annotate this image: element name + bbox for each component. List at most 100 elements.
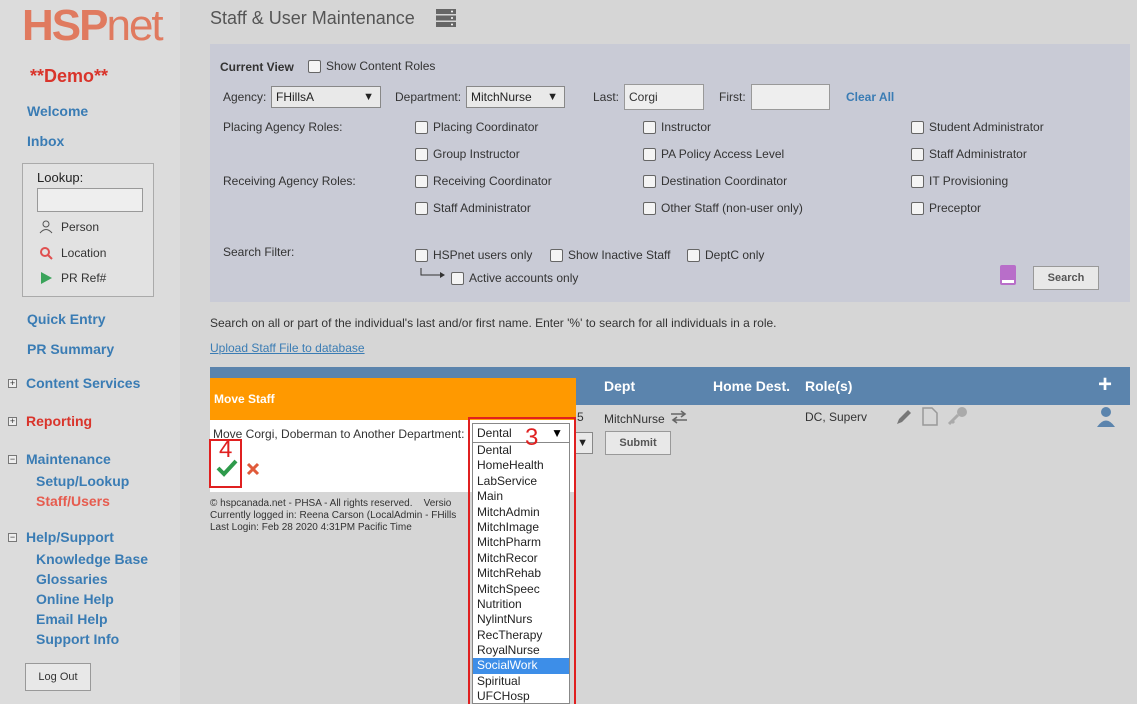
clear-all-link[interactable]: Clear All bbox=[846, 90, 894, 104]
deptc-only-checkbox[interactable]: DeptC only bbox=[687, 248, 764, 263]
checkbox-label: Destination Coordinator bbox=[661, 174, 788, 188]
checkbox-label: Preceptor bbox=[929, 201, 982, 215]
row-roles: DC, Superv bbox=[805, 410, 868, 424]
checkbox-label: Student Administrator bbox=[929, 120, 1044, 134]
active-accounts-only-checkbox[interactable]: Active accounts only bbox=[451, 271, 578, 286]
nav-content-services[interactable]: Content Services bbox=[26, 375, 140, 391]
collapse-maintenance-icon[interactable]: − bbox=[8, 455, 17, 464]
checkbox-box[interactable] bbox=[643, 202, 656, 216]
agency-select-value: FHillsA bbox=[276, 90, 314, 104]
hspnet-logo[interactable]: HSPnet bbox=[22, 2, 164, 50]
search-button[interactable]: Search bbox=[1033, 266, 1099, 290]
expand-content-services-icon[interactable]: + bbox=[8, 379, 17, 388]
key-icon[interactable] bbox=[947, 406, 969, 426]
checkbox-box[interactable] bbox=[911, 148, 924, 162]
hspnet-users-only-checkbox[interactable]: HSPnet users only bbox=[415, 248, 533, 263]
role-staff-administrator-receiving[interactable]: Staff Administrator bbox=[415, 201, 531, 216]
role-instructor[interactable]: Instructor bbox=[643, 120, 711, 135]
role-group-instructor[interactable]: Group Instructor bbox=[415, 147, 520, 162]
checkbox-box[interactable] bbox=[643, 121, 656, 135]
checkbox-label: Receiving Coordinator bbox=[433, 174, 552, 188]
role-other-staff[interactable]: Other Staff (non-user only) bbox=[643, 201, 803, 216]
checkbox-box[interactable] bbox=[415, 249, 428, 263]
nav-welcome[interactable]: Welcome bbox=[27, 103, 88, 119]
col-roles[interactable]: Role(s) bbox=[805, 378, 852, 394]
checkbox-box[interactable] bbox=[687, 249, 700, 263]
collapse-help-icon[interactable]: − bbox=[8, 533, 17, 542]
col-dept[interactable]: Dept bbox=[604, 378, 635, 394]
last-name-input[interactable]: Corgi bbox=[624, 84, 704, 110]
role-student-administrator[interactable]: Student Administrator bbox=[911, 120, 1044, 135]
checkbox-box[interactable] bbox=[643, 148, 656, 162]
checkbox-label: Show Content Roles bbox=[326, 59, 436, 73]
nav-quick-entry[interactable]: Quick Entry bbox=[27, 311, 106, 327]
add-staff-icon[interactable]: + bbox=[1098, 371, 1112, 399]
nav-inbox[interactable]: Inbox bbox=[27, 133, 64, 149]
document-icon[interactable] bbox=[922, 407, 938, 426]
lookup-location[interactable]: Location bbox=[39, 246, 106, 260]
checkbox-box[interactable] bbox=[451, 272, 464, 286]
server-icon bbox=[436, 9, 456, 27]
checkbox-label: Placing Coordinator bbox=[433, 120, 539, 134]
play-icon bbox=[41, 272, 52, 284]
nav-pr-summary[interactable]: PR Summary bbox=[27, 341, 114, 357]
book-icon[interactable] bbox=[999, 264, 1017, 286]
role-preceptor[interactable]: Preceptor bbox=[911, 201, 982, 216]
person-icon bbox=[39, 220, 53, 234]
checkbox-box[interactable] bbox=[911, 202, 924, 216]
nav-help-support[interactable]: Help/Support bbox=[26, 529, 114, 545]
nav-glossaries[interactable]: Glossaries bbox=[36, 571, 108, 587]
upload-staff-link[interactable]: Upload Staff File to database bbox=[210, 341, 365, 355]
help-text: Search on all or part of the individual'… bbox=[210, 316, 777, 330]
nav-online-help[interactable]: Online Help bbox=[36, 591, 114, 607]
role-destination-coordinator[interactable]: Destination Coordinator bbox=[643, 174, 788, 189]
nav-setup-lookup[interactable]: Setup/Lookup bbox=[36, 473, 129, 489]
checkbox-box[interactable] bbox=[308, 60, 321, 74]
role-receiving-coordinator[interactable]: Receiving Coordinator bbox=[415, 174, 552, 189]
expand-reporting-icon[interactable]: + bbox=[8, 417, 17, 426]
nav-reporting[interactable]: Reporting bbox=[26, 413, 92, 429]
logout-button[interactable]: Log Out bbox=[25, 663, 91, 691]
role-pa-policy[interactable]: PA Policy Access Level bbox=[643, 147, 784, 162]
checkbox-box[interactable] bbox=[415, 121, 428, 135]
checkbox-box[interactable] bbox=[911, 175, 924, 189]
col-home-dest[interactable]: Home Dest. bbox=[713, 378, 790, 394]
checkbox-box[interactable] bbox=[415, 148, 428, 162]
edit-pencil-icon[interactable] bbox=[895, 408, 913, 426]
nav-support-info[interactable]: Support Info bbox=[36, 631, 119, 647]
checkbox-box[interactable] bbox=[415, 202, 428, 216]
checkbox-box[interactable] bbox=[550, 249, 563, 263]
cancel-x-icon[interactable] bbox=[246, 462, 260, 476]
submit-button[interactable]: Submit bbox=[605, 431, 671, 455]
location-search-icon bbox=[40, 247, 53, 260]
user-icon[interactable] bbox=[1096, 406, 1116, 428]
annotation-label-3: 3 bbox=[525, 424, 539, 451]
nav-email-help[interactable]: Email Help bbox=[36, 611, 108, 627]
lookup-prref[interactable]: PR Ref# bbox=[39, 271, 106, 285]
lookup-input[interactable] bbox=[37, 188, 143, 212]
last-label: Last: bbox=[593, 90, 620, 104]
department-select-value: MitchNurse bbox=[471, 90, 532, 104]
nav-maintenance[interactable]: Maintenance bbox=[26, 451, 111, 467]
checkbox-box[interactable] bbox=[415, 175, 428, 189]
checkbox-label: IT Provisioning bbox=[929, 174, 1009, 188]
lookup-location-label: Location bbox=[61, 246, 107, 260]
search-filter-label: Search Filter: bbox=[223, 245, 295, 259]
nav-staff-users[interactable]: Staff/Users bbox=[36, 493, 110, 509]
show-content-roles-checkbox[interactable]: Show Content Roles bbox=[308, 59, 436, 74]
role-placing-coordinator[interactable]: Placing Coordinator bbox=[415, 120, 539, 135]
show-inactive-checkbox[interactable]: Show Inactive Staff bbox=[550, 248, 671, 263]
checkbox-box[interactable] bbox=[911, 121, 924, 135]
role-it-provisioning[interactable]: IT Provisioning bbox=[911, 174, 1009, 189]
department-select[interactable]: MitchNurse ▼ bbox=[466, 86, 565, 108]
first-name-input[interactable] bbox=[751, 84, 830, 110]
checkbox-label: HSPnet users only bbox=[433, 248, 533, 262]
lookup-person-label: Person bbox=[61, 220, 100, 234]
agency-select[interactable]: FHillsA ▼ bbox=[271, 86, 381, 108]
checkbox-label: Show Inactive Staff bbox=[568, 248, 671, 262]
transfer-icon[interactable] bbox=[670, 410, 688, 424]
role-staff-administrator[interactable]: Staff Administrator bbox=[911, 147, 1027, 162]
nav-knowledge-base[interactable]: Knowledge Base bbox=[36, 551, 148, 567]
lookup-person[interactable]: Person bbox=[39, 220, 99, 234]
checkbox-box[interactable] bbox=[643, 175, 656, 189]
